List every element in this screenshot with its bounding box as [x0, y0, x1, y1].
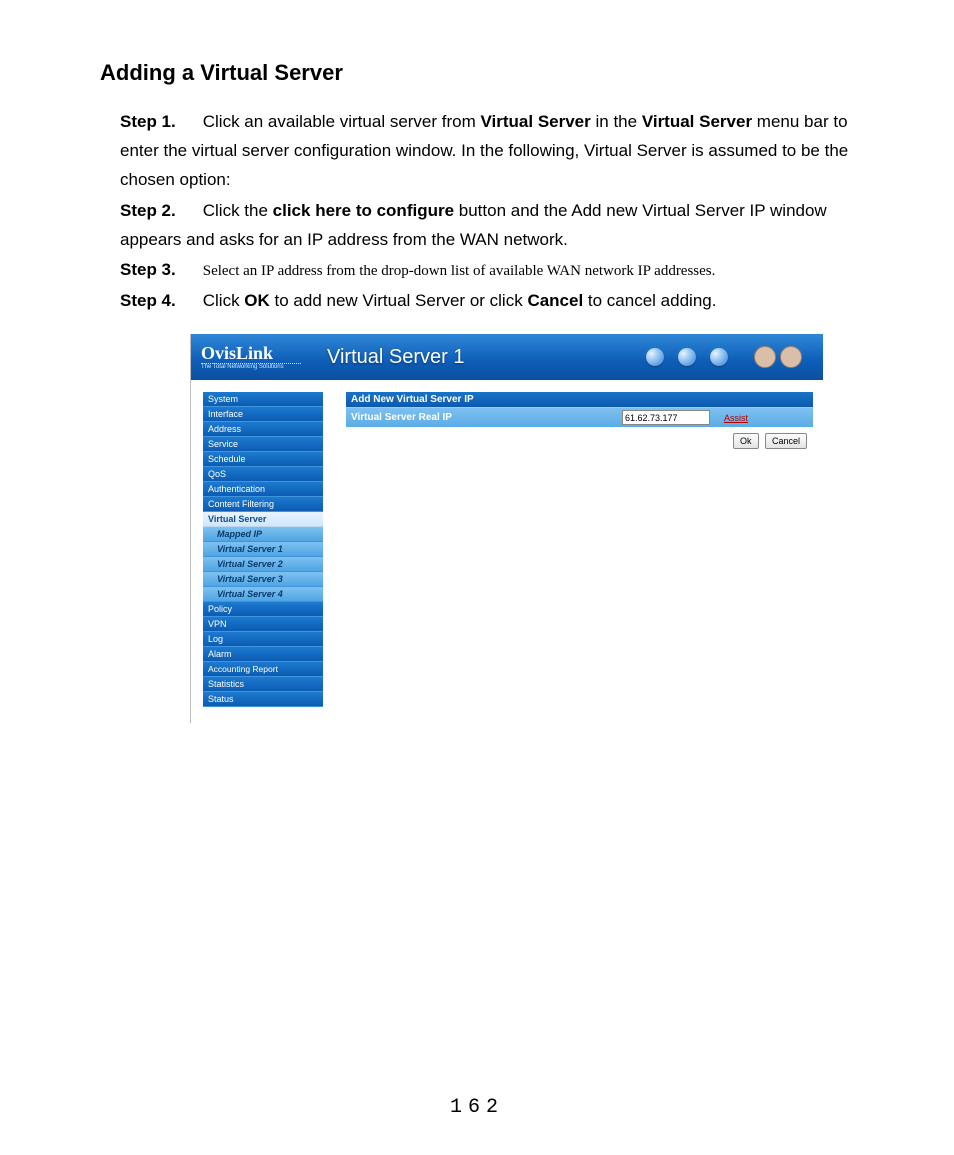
- sidebar-item-accounting-report[interactable]: Accounting Report: [203, 662, 323, 677]
- sidebar-item-mapped-ip[interactable]: Mapped IP: [203, 527, 323, 542]
- page-title: Virtual Server 1: [327, 346, 464, 369]
- step-text-bold: click here to configure: [273, 201, 454, 220]
- sidebar-item-alarm[interactable]: Alarm: [203, 647, 323, 662]
- avatar-icon: [754, 346, 776, 368]
- virtual-server-ip-input[interactable]: [622, 410, 710, 425]
- globe-icon: [678, 348, 696, 366]
- step-text: Click the: [203, 201, 273, 220]
- page-number: 162: [0, 1096, 954, 1119]
- cancel-button[interactable]: Cancel: [765, 433, 807, 449]
- sidebar: System Interface Address Service Schedul…: [191, 380, 328, 723]
- step-text: Click: [203, 291, 245, 310]
- globe-icon: [646, 348, 664, 366]
- step-label: Step 4.: [120, 287, 198, 316]
- step-1: Step 1. Click an available virtual serve…: [120, 108, 864, 195]
- brand-tagline: The Total Networking Solutions: [201, 364, 301, 370]
- page-heading: Adding a Virtual Server: [100, 60, 864, 86]
- step-text-bold: Virtual Server: [481, 112, 591, 131]
- content-area: Add New Virtual Server IP Virtual Server…: [328, 380, 823, 719]
- brand-logo: OvisLink The Total Networking Solutions: [191, 344, 301, 370]
- app-header: OvisLink The Total Networking Solutions …: [191, 334, 823, 380]
- step-text: to cancel adding.: [583, 291, 716, 310]
- sidebar-item-virtual-server[interactable]: Virtual Server: [203, 512, 323, 527]
- step-label: Step 3.: [120, 256, 198, 285]
- step-text-bold: OK: [244, 291, 270, 310]
- sidebar-item-statistics[interactable]: Statistics: [203, 677, 323, 692]
- step-4: Step 4. Click OK to add new Virtual Serv…: [120, 287, 864, 316]
- form-header: Add New Virtual Server IP: [346, 392, 813, 407]
- step-text-bold: Virtual Server: [642, 112, 752, 131]
- sidebar-item-system[interactable]: System: [203, 392, 323, 407]
- avatar-icon: [780, 346, 802, 368]
- step-label: Step 2.: [120, 197, 198, 226]
- form-row-real-ip: Virtual Server Real IP Assist: [346, 407, 813, 427]
- step-label: Step 1.: [120, 108, 198, 137]
- sidebar-item-virtual-server-2[interactable]: Virtual Server 2: [203, 557, 323, 572]
- assist-link[interactable]: Assist: [724, 413, 748, 423]
- step-text-bold: Cancel: [527, 291, 583, 310]
- sidebar-item-qos[interactable]: QoS: [203, 467, 323, 482]
- sidebar-item-policy[interactable]: Policy: [203, 602, 323, 617]
- step-text: in the: [591, 112, 642, 131]
- sidebar-item-address[interactable]: Address: [203, 422, 323, 437]
- globe-icon: [710, 348, 728, 366]
- sidebar-item-log[interactable]: Log: [203, 632, 323, 647]
- sidebar-item-virtual-server-3[interactable]: Virtual Server 3: [203, 572, 323, 587]
- sidebar-item-virtual-server-4[interactable]: Virtual Server 4: [203, 587, 323, 602]
- sidebar-item-virtual-server-1[interactable]: Virtual Server 1: [203, 542, 323, 557]
- embedded-screenshot: OvisLink The Total Networking Solutions …: [190, 334, 823, 723]
- sidebar-item-interface[interactable]: Interface: [203, 407, 323, 422]
- step-text: to add new Virtual Server or click: [270, 291, 528, 310]
- sidebar-item-content-filtering[interactable]: Content Filtering: [203, 497, 323, 512]
- header-icons: [646, 348, 728, 366]
- sidebar-item-schedule[interactable]: Schedule: [203, 452, 323, 467]
- step-3: Step 3. Select an IP address from the dr…: [120, 256, 864, 285]
- step-text: Click an available virtual server from: [203, 112, 481, 131]
- sidebar-item-authentication[interactable]: Authentication: [203, 482, 323, 497]
- header-photo: [733, 334, 823, 380]
- step-2: Step 2. Click the click here to configur…: [120, 197, 864, 255]
- sidebar-item-status[interactable]: Status: [203, 692, 323, 707]
- brand-name: OvisLink: [201, 344, 301, 362]
- sidebar-item-vpn[interactable]: VPN: [203, 617, 323, 632]
- sidebar-item-service[interactable]: Service: [203, 437, 323, 452]
- row-label: Virtual Server Real IP: [351, 412, 622, 423]
- ok-button[interactable]: Ok: [733, 433, 759, 449]
- step-text: Select an IP address from the drop-down …: [203, 263, 716, 279]
